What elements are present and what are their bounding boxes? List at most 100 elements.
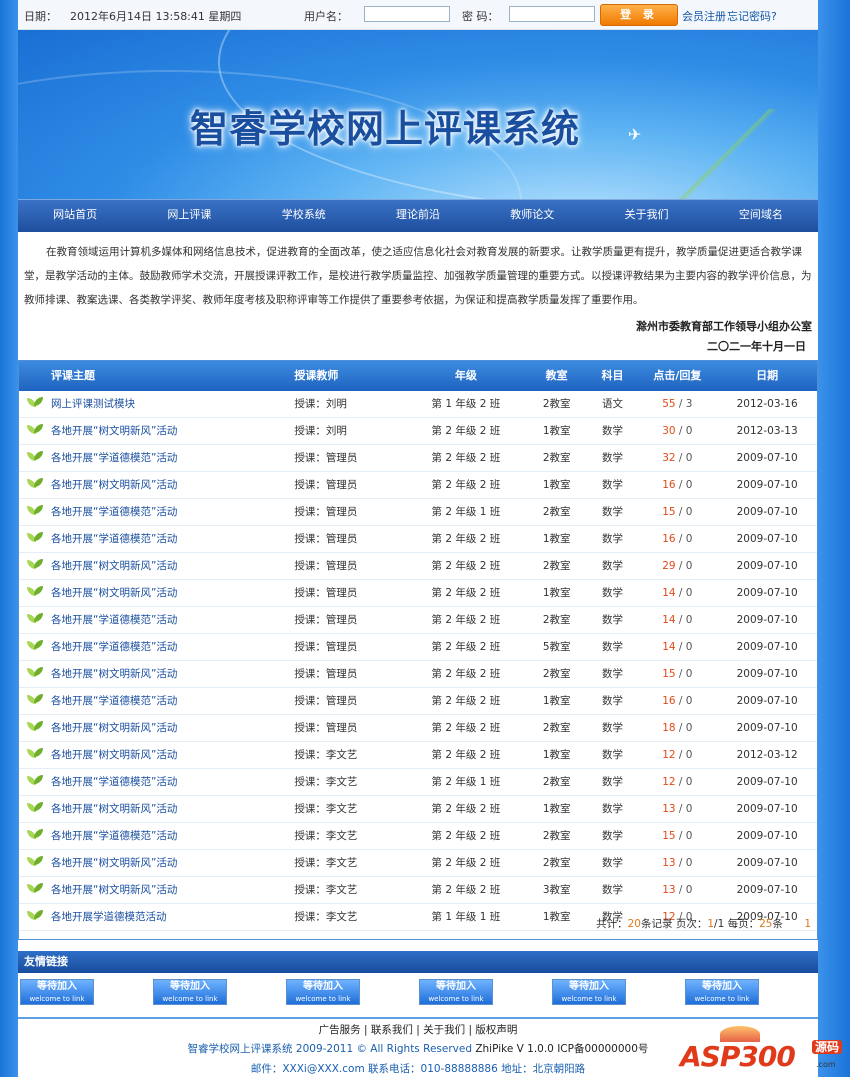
row-reply-count: / 0 — [675, 614, 693, 626]
friend-link-button[interactable]: 等待加入 welcome to link — [20, 979, 94, 1005]
register-link[interactable]: 会员注册 — [682, 8, 726, 24]
row-click-count: 14 — [662, 614, 676, 626]
table-row: 各地开展“树文明新风”活动 授课：管理员 第 2 年级 2 班 2教室 数学 15 / 0… — [19, 661, 817, 688]
row-reply-count: / 0 — [675, 506, 693, 518]
table-row: 各地开展“学道德模范”活动 授课：管理员 第 2 年级 2 班 2教室 数学 14 / 0… — [19, 607, 817, 634]
friend-link-button[interactable]: 等待加入 welcome to link — [286, 979, 360, 1005]
row-topic-link[interactable]: 各地开展“学道德模范”活动 — [51, 533, 177, 545]
pager-per-page: 25 — [759, 918, 773, 930]
friend-link-sub: welcome to link — [162, 995, 218, 1003]
row-subject: 数学 — [602, 884, 624, 896]
row-date: 2012-03-16 — [736, 398, 798, 410]
header-subject: 科目 — [601, 369, 624, 382]
row-date: 2012-03-12 — [736, 749, 798, 761]
row-topic-link[interactable]: 各地开展“树文明新风”活动 — [51, 587, 177, 599]
friend-link-button[interactable]: 等待加入 welcome to link — [552, 979, 626, 1005]
nav-item-theory[interactable]: 理论前沿 — [361, 200, 475, 232]
table-row: 各地开展“学道德模范”活动 授课：李文艺 第 2 年级 2 班 2教室 数学 15 / 0… — [19, 823, 817, 850]
row-teacher: 授课：管理员 — [294, 506, 358, 518]
row-reply-count: / 0 — [675, 533, 693, 545]
footer-link-about[interactable]: 关于我们 — [423, 1024, 465, 1036]
row-topic-link[interactable]: 各地开展“学道德模范”活动 — [51, 776, 177, 788]
footer-link-contact[interactable]: 联系我们 — [371, 1024, 413, 1036]
row-date: 2009-07-10 — [736, 830, 798, 842]
leaf-icon — [27, 694, 43, 705]
row-room: 2教室 — [542, 506, 571, 518]
nav-item-space-domain[interactable]: 空间域名 — [704, 200, 818, 232]
row-topic-link[interactable]: 各地开展“学道德模范”活动 — [51, 452, 177, 464]
row-topic-link[interactable]: 各地开展“学道德模范”活动 — [51, 830, 177, 842]
row-topic-link[interactable]: 各地开展“学道德模范”活动 — [51, 641, 177, 653]
row-grade: 第 2 年级 2 班 — [431, 533, 501, 545]
row-teacher: 授课：管理员 — [294, 668, 358, 680]
nav-item-online-review[interactable]: 网上评课 — [132, 200, 246, 232]
watermark-brand: ASP300 — [680, 1040, 796, 1073]
row-subject: 数学 — [602, 452, 624, 464]
row-room: 1教室 — [542, 587, 571, 599]
nav-item-about[interactable]: 关于我们 — [589, 200, 703, 232]
row-teacher: 授课：管理员 — [294, 560, 358, 572]
nav-item-school-system[interactable]: 学校系统 — [247, 200, 361, 232]
row-teacher: 授课：刘明 — [294, 425, 347, 437]
row-grade: 第 2 年级 2 班 — [431, 803, 501, 815]
forgot-password-link[interactable]: 忘记密码? — [727, 8, 777, 24]
row-reply-count: / 0 — [675, 479, 693, 491]
row-topic-link[interactable]: 各地开展“树文明新风”活动 — [51, 425, 177, 437]
leaf-icon — [27, 424, 43, 435]
row-teacher: 授课：李文艺 — [294, 911, 358, 923]
row-topic-link[interactable]: 各地开展“学道德模范”活动 — [51, 695, 177, 707]
row-room: 2教室 — [542, 452, 571, 464]
row-clicks: 14 / 0 — [637, 607, 717, 633]
row-topic-link[interactable]: 各地开展“学道德模范”活动 — [51, 506, 177, 518]
row-topic-link[interactable]: 各地开展“树文明新风”活动 — [51, 722, 177, 734]
password-input[interactable] — [509, 6, 595, 22]
row-topic-link[interactable]: 各地开展“树文明新风”活动 — [51, 857, 177, 869]
row-topic-link[interactable]: 各地开展“树文明新风”活动 — [51, 479, 177, 491]
pager-pages: /1 — [714, 918, 725, 930]
row-subject: 数学 — [602, 722, 624, 734]
friend-link-sub: welcome to link — [428, 995, 484, 1003]
leaf-icon — [27, 478, 43, 489]
username-input[interactable] — [364, 6, 450, 22]
login-button[interactable]: 登 录 — [600, 4, 678, 26]
row-date: 2009-07-10 — [736, 884, 798, 896]
page: 日期： 2012年6月14日 13:58:41 星期四 用户名： 密 码： 登 … — [18, 0, 842, 1077]
row-teacher: 授课：管理员 — [294, 479, 358, 491]
friend-link-button[interactable]: 等待加入 welcome to link — [153, 979, 227, 1005]
nav-item-papers[interactable]: 教师论文 — [475, 200, 589, 232]
friend-links-title: 友情链接 — [18, 951, 818, 973]
row-date: 2009-07-10 — [736, 533, 798, 545]
row-topic-link[interactable]: 各地开展“树文明新风”活动 — [51, 560, 177, 572]
row-grade: 第 2 年级 2 班 — [431, 857, 501, 869]
row-topic-link[interactable]: 各地开展“树文明新风”活动 — [51, 803, 177, 815]
row-date: 2009-07-10 — [736, 587, 798, 599]
friend-link-sub: welcome to link — [561, 995, 617, 1003]
row-teacher: 授课：管理员 — [294, 452, 358, 464]
row-teacher: 授课：管理员 — [294, 533, 358, 545]
friend-link-button[interactable]: 等待加入 welcome to link — [685, 979, 759, 1005]
row-topic-link[interactable]: 各地开展“学道德模范”活动 — [51, 614, 177, 626]
row-grade: 第 2 年级 2 班 — [431, 641, 501, 653]
row-topic-link[interactable]: 网上评课测试模块 — [51, 398, 135, 410]
pager-page-link[interactable]: 1 — [804, 918, 811, 930]
row-teacher: 授课：李文艺 — [294, 884, 358, 896]
site-title: 智睿学校网上评课系统 — [190, 107, 581, 151]
row-topic-link[interactable]: 各地开展“树文明新风”活动 — [51, 749, 177, 761]
intro-text: 在教育领域运用计算机多媒体和网络信息技术，促进教育的全面改革，使之适应信息化社会… — [24, 246, 812, 306]
row-topic-link[interactable]: 各地开展学道德模范活动 — [51, 911, 167, 923]
footer-link-copyright[interactable]: 版权声明 — [475, 1024, 517, 1036]
row-topic-link[interactable]: 各地开展“树文明新风”活动 — [51, 884, 177, 896]
footer-link-ads[interactable]: 广告服务 — [319, 1024, 361, 1036]
current-datetime: 2012年6月14日 13:58:41 星期四 — [70, 10, 242, 23]
row-topic-link[interactable]: 各地开展“树文明新风”活动 — [51, 668, 177, 680]
friend-link-button[interactable]: 等待加入 welcome to link — [419, 979, 493, 1005]
leaf-icon — [27, 613, 43, 624]
leaf-icon — [27, 748, 43, 759]
row-subject: 语文 — [602, 398, 624, 410]
header-teacher: 授课教师 — [294, 369, 339, 382]
leaf-icon — [27, 451, 43, 462]
friend-link-label: 等待加入 — [303, 981, 343, 992]
table-row: 各地开展“树文明新风”活动 授课：管理员 第 2 年级 2 班 1教室 数学 14 / 0… — [19, 580, 817, 607]
nav-item-home[interactable]: 网站首页 — [18, 200, 132, 232]
row-reply-count: / 0 — [675, 560, 693, 572]
